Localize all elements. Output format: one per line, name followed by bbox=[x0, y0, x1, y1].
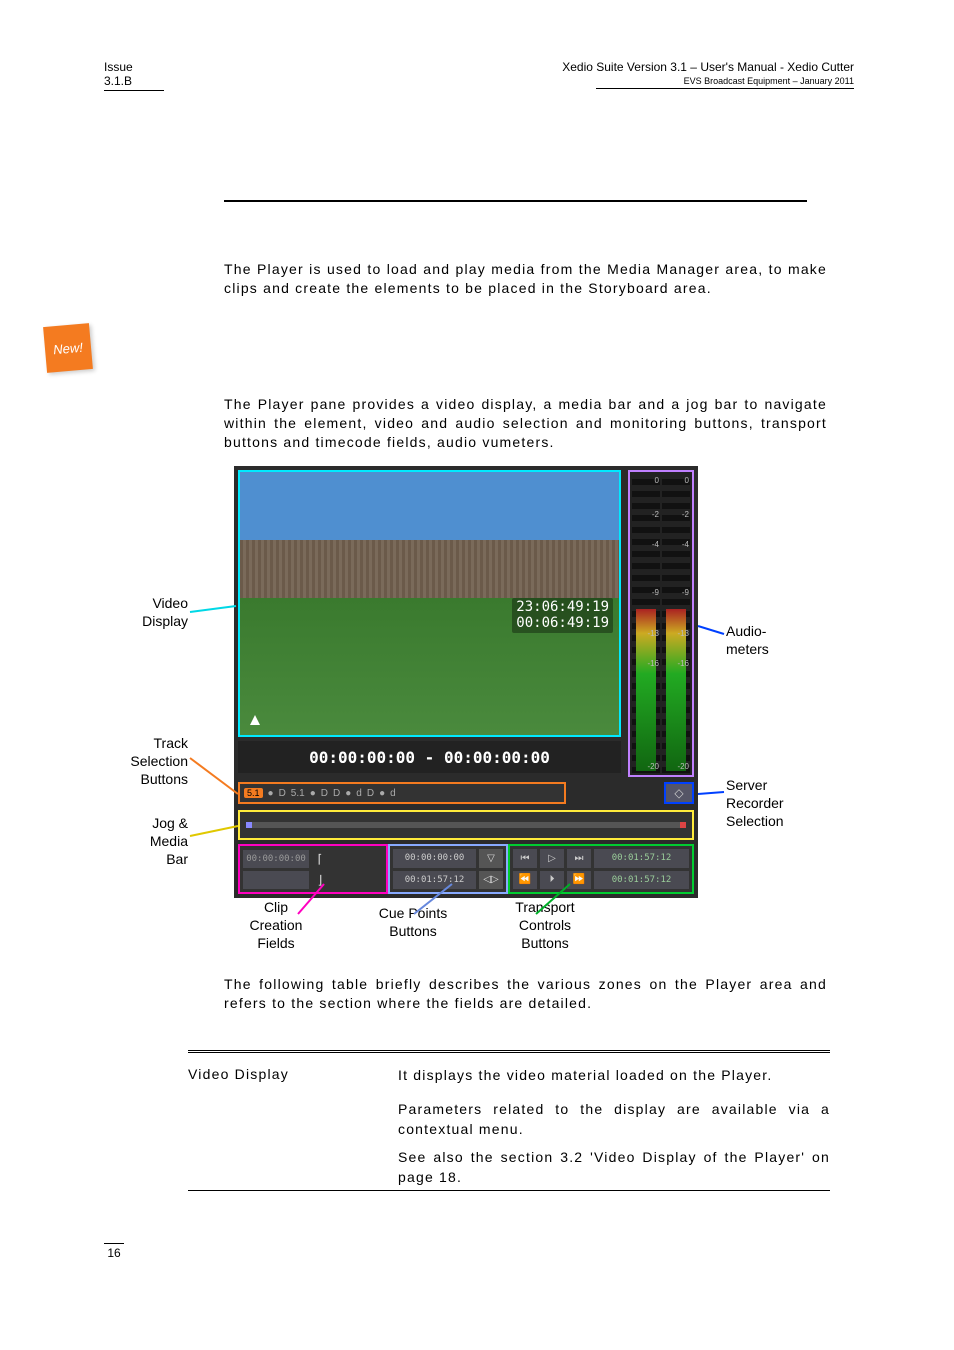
table-top-rule bbox=[188, 1050, 830, 1053]
table-bottom-rule bbox=[188, 1190, 830, 1191]
play-icon[interactable]: ▷ bbox=[540, 849, 564, 868]
main-timecode: 00:00:00:00 - 00:00:00:00 bbox=[238, 741, 621, 773]
audio-meters: 0 -2 -4 -9 -13 -16 -20 0 -2 -4 -9 -13 -1… bbox=[628, 470, 694, 777]
player-diagram: VideoDisplay TrackSelectionButtons Jog &… bbox=[90, 466, 750, 956]
page-number: 16 bbox=[104, 1243, 124, 1260]
intro-paragraph-1: The Player is used to load and play medi… bbox=[224, 260, 827, 298]
track-active[interactable]: 5.1 bbox=[244, 788, 263, 798]
player-pane: 23:06:49:1900:06:49:19 0 -2 -4 -9 -13 -1… bbox=[234, 466, 698, 898]
intro-paragraph-3: The following table briefly describes th… bbox=[224, 975, 827, 1013]
header-meta: Xedio Suite Version 3.1 – User's Manual … bbox=[562, 60, 854, 89]
header-subtitle: EVS Broadcast Equipment – January 2011 bbox=[562, 76, 854, 86]
new-badge: New! bbox=[43, 323, 93, 373]
table-cell-desc-3: See also the section 3.2 'Video Display … bbox=[398, 1148, 830, 1187]
label-track-selection: TrackSelectionButtons bbox=[102, 734, 188, 789]
transport-controls[interactable]: ⏮ ▷ ⏭ 00:01:57:12 ⏪ ⏵ ⏩ 00:01:57:12 bbox=[508, 844, 694, 894]
intro-paragraph-2: The Player pane provides a video display… bbox=[224, 395, 827, 452]
goto-in-icon[interactable]: ⏪ bbox=[513, 871, 537, 890]
table-cell-desc-1: It displays the video material loaded on… bbox=[398, 1066, 830, 1086]
cue-nav-icon[interactable]: ◁▷ bbox=[479, 871, 503, 890]
video-display-area[interactable]: 23:06:49:1900:06:49:19 bbox=[238, 470, 621, 737]
server-recorder-select[interactable]: ◇ bbox=[664, 782, 694, 804]
label-cue-points: Cue PointsButtons bbox=[368, 904, 458, 940]
cue-points-buttons[interactable]: 00:00:00:00 ▽ 00:01:57:12 ◁▷ bbox=[388, 844, 508, 894]
label-server-recorder: ServerRecorderSelection bbox=[726, 776, 784, 831]
header-issue: Issue 3.1.B bbox=[104, 60, 164, 91]
play-range-icon[interactable]: ⏵ bbox=[540, 871, 564, 890]
goto-out-icon[interactable]: ⏩ bbox=[567, 871, 591, 890]
goto-start-icon[interactable]: ⏮ bbox=[513, 849, 537, 868]
clip-creation-fields[interactable]: 00:00:00:00⌈ ⌋ bbox=[238, 844, 388, 894]
cue-down-icon[interactable]: ▽ bbox=[479, 849, 503, 868]
track-selection-bar[interactable]: 5.1 ● D 5.1 ● D D ● d D ● d bbox=[238, 782, 566, 804]
label-video-display: VideoDisplay bbox=[118, 594, 188, 630]
label-clip-creation: ClipCreationFields bbox=[236, 898, 316, 953]
label-jog-media-bar: Jog &MediaBar bbox=[82, 814, 188, 869]
jog-media-bar[interactable] bbox=[238, 810, 694, 840]
label-transport: TransportControlsButtons bbox=[500, 898, 590, 953]
table-cell-desc-2: Parameters related to the display are av… bbox=[398, 1100, 830, 1139]
label-audio-meters: Audio-meters bbox=[726, 622, 769, 658]
section-rule bbox=[224, 200, 807, 202]
osd-timecode: 23:06:49:1900:06:49:19 bbox=[512, 598, 613, 633]
table-cell-name: Video Display bbox=[188, 1066, 368, 1082]
header-title: Xedio Suite Version 3.1 – User's Manual … bbox=[562, 60, 854, 74]
step-fwd-icon[interactable]: ⏭ bbox=[567, 849, 591, 868]
in-marker-icon bbox=[250, 715, 260, 725]
